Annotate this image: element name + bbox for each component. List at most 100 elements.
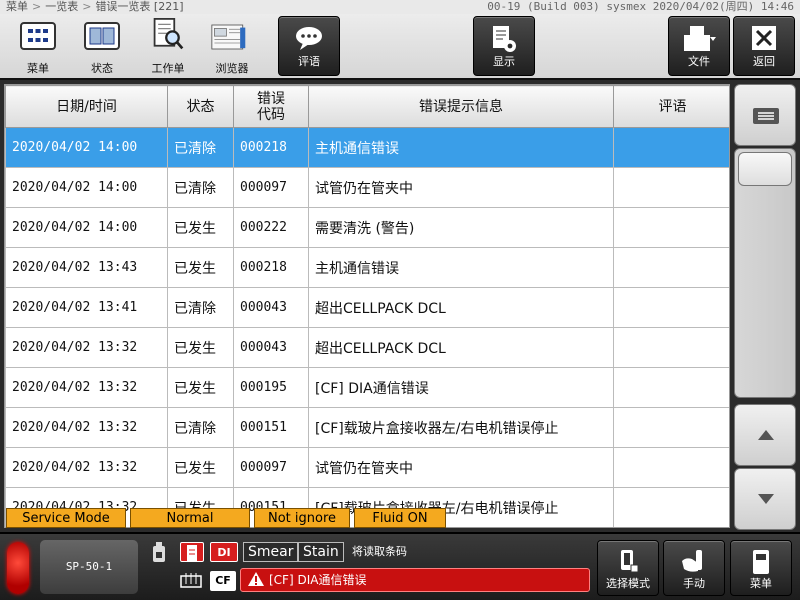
cell-comment <box>613 287 729 328</box>
table-row[interactable]: 2020/04/02 13:41 已清除 000043 超出CELLPACK DCL <box>5 287 729 328</box>
table-row[interactable]: 2020/04/02 14:00 已清除 000218 主机通信错误 <box>5 127 729 168</box>
barcode-info: 将读取条码 <box>352 545 407 558</box>
error-list-table: 日期/时间 状态 错误 代码 错误提示信息 评语 2020/04/02 14:0… <box>4 84 730 528</box>
cell-comment <box>613 127 729 168</box>
cell-status: 已发生 <box>167 447 234 488</box>
status-button[interactable]: 状态 <box>74 16 130 78</box>
cell-datetime: 2020/04/02 13:32 <box>5 407 168 448</box>
list-icon <box>753 108 779 124</box>
header-error-code[interactable]: 错误 代码 <box>233 85 309 128</box>
cell-error-message: 主机通信错误 <box>308 247 614 288</box>
breadcrumb: 菜单 > 一览表 > 错误一览表 [221] <box>6 0 184 14</box>
bottom-status-bar: SP-50-1 DI Smear Stain 将读取条码 CF [CF] DIA… <box>0 532 800 600</box>
cell-status: 已发生 <box>167 327 234 368</box>
breadcrumb-item-menu[interactable]: 菜单 <box>6 0 28 13</box>
cell-comment <box>613 487 729 527</box>
cell-error-message: 试管仍在管夹中 <box>308 447 614 488</box>
breadcrumb-item-error-list: 错误一览表 [221] <box>95 0 184 13</box>
warning-icon <box>248 572 264 586</box>
list-view-button[interactable] <box>734 84 796 146</box>
arrow-down-icon <box>758 494 774 504</box>
scroll-track[interactable] <box>734 148 796 398</box>
table-row[interactable]: 2020/04/02 14:00 已发生 000222 需要清洗 (警告) <box>5 207 729 248</box>
cell-datetime: 2020/04/02 13:32 <box>5 447 168 488</box>
display-settings-icon <box>493 26 516 52</box>
cell-comment <box>613 327 729 368</box>
cell-comment <box>613 367 729 408</box>
cell-error-message: [CF] DIA通信错误 <box>308 367 614 408</box>
cell-error-code: 000097 <box>233 167 309 208</box>
cell-error-code: 000195 <box>233 367 309 408</box>
table-row[interactable]: 2020/04/02 14:00 已清除 000097 试管仍在管夹中 <box>5 167 729 208</box>
smear-tag: Smear <box>243 542 299 562</box>
menu-grid-icon <box>20 22 56 50</box>
menu-button[interactable]: 菜单 <box>10 16 66 78</box>
mode-select-button[interactable]: 选择模式 <box>597 540 659 596</box>
cell-datetime: 2020/04/02 13:32 <box>5 367 168 408</box>
worksheet-button[interactable]: 工作单 <box>140 16 196 78</box>
worksheet-magnifier-icon <box>153 18 184 50</box>
cell-datetime: 2020/04/02 14:00 <box>5 207 168 248</box>
close-icon <box>752 26 776 50</box>
cell-error-code: 000218 <box>233 127 309 168</box>
cell-error-code: 000097 <box>233 447 309 488</box>
menu-button-label: 菜单 <box>27 62 49 75</box>
di-indicator: DI <box>210 542 238 562</box>
cell-datetime: 2020/04/02 13:43 <box>5 247 168 288</box>
header-datetime[interactable]: 日期/时间 <box>5 85 168 128</box>
cell-status: 已清除 <box>167 167 234 208</box>
browser-button[interactable]: 浏览器 <box>204 16 260 78</box>
scroll-down-button[interactable] <box>734 468 796 530</box>
app-window: 菜单 > 一览表 > 错误一览表 [221] 00-19 (Build 003) sys… <box>0 0 800 600</box>
cell-error-code: 000151 <box>233 407 309 448</box>
cell-comment <box>613 247 729 288</box>
cell-error-message: 超出CELLPACK DCL <box>308 327 614 368</box>
bottom-menu-label: 菜单 <box>750 577 772 590</box>
back-button-label: 返回 <box>753 55 775 68</box>
toolbar: 菜单 状态 工作单 浏览器 评语 显示 文件 返回 <box>0 14 800 80</box>
cell-comment <box>613 207 729 248</box>
cell-error-message: [CF]载玻片盒接收器左/右电机错误停止 <box>308 407 614 448</box>
manual-button[interactable]: 手动 <box>663 540 725 596</box>
mode-normal: Normal <box>130 508 250 528</box>
comment-button[interactable]: 评语 <box>278 16 340 76</box>
error-alert-banner[interactable]: [CF] DIA通信错误 <box>240 568 590 592</box>
stain-tag: Stain <box>298 542 344 562</box>
unit-name[interactable]: SP-50-1 <box>40 540 138 594</box>
mode-select-label: 选择模式 <box>606 577 650 590</box>
table-row[interactable]: 2020/04/02 13:32 已清除 000151 [CF]载玻片盒接收器左/右电… <box>5 407 729 448</box>
cell-datetime: 2020/04/02 13:41 <box>5 287 168 328</box>
cell-comment <box>613 447 729 488</box>
browser-icon <box>211 24 246 50</box>
breadcrumb-item-list[interactable]: 一览表 <box>45 0 78 13</box>
cell-error-message: 试管仍在管夹中 <box>308 167 614 208</box>
table-row[interactable]: 2020/04/02 13:32 已发生 000097 试管仍在管夹中 <box>5 447 729 488</box>
cell-error-code: 000043 <box>233 327 309 368</box>
side-scroll-panel <box>733 82 798 530</box>
table-row[interactable]: 2020/04/02 13:43 已发生 000218 主机通信错误 <box>5 247 729 288</box>
bottle-icon <box>153 542 165 562</box>
bottom-menu-button[interactable]: 菜单 <box>730 540 792 596</box>
header-status[interactable]: 状态 <box>167 85 234 128</box>
speech-bubble-icon <box>296 27 322 50</box>
cell-datetime: 2020/04/02 14:00 <box>5 167 168 208</box>
cell-error-message: 超出CELLPACK DCL <box>308 287 614 328</box>
cell-error-code: 000043 <box>233 287 309 328</box>
cell-status: 已发生 <box>167 367 234 408</box>
table-row[interactable]: 2020/04/02 13:32 已发生 000043 超出CELLPACK DCL <box>5 327 729 368</box>
slide-icon <box>187 545 197 561</box>
slide-error-indicator <box>180 542 204 562</box>
back-button[interactable]: 返回 <box>733 16 795 76</box>
table-row[interactable]: 2020/04/02 13:32 已发生 000195 [CF] DIA通信错误 <box>5 367 729 408</box>
cell-status: 已发生 <box>167 207 234 248</box>
cell-datetime: 2020/04/02 13:32 <box>5 327 168 368</box>
hand-tube-icon <box>682 550 702 572</box>
cell-status: 已清除 <box>167 287 234 328</box>
scroll-up-button[interactable] <box>734 404 796 466</box>
display-button[interactable]: 显示 <box>473 16 535 76</box>
header-error-message[interactable]: 错误提示信息 <box>308 85 614 128</box>
mode-fluid: Fluid ON <box>354 508 446 528</box>
scroll-thumb[interactable] <box>738 152 792 186</box>
file-button[interactable]: 文件 <box>668 16 730 76</box>
header-comment[interactable]: 评语 <box>613 85 729 128</box>
